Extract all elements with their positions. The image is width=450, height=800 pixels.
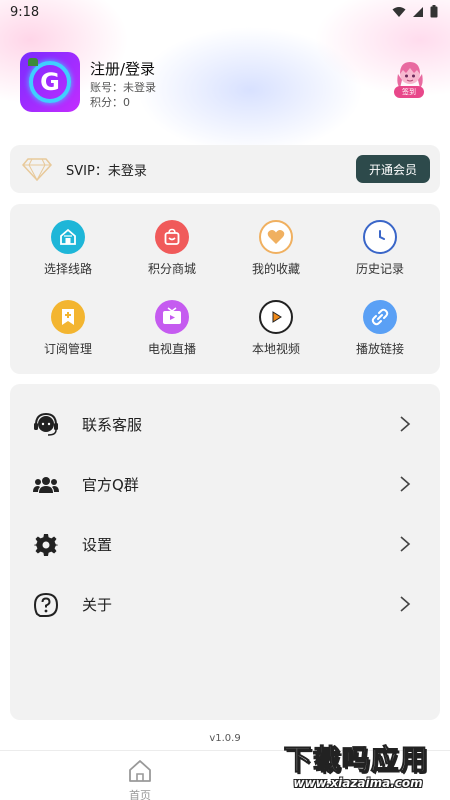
grid-item-points-mall[interactable]: 积分商城 bbox=[122, 220, 222, 284]
home-route-icon bbox=[51, 220, 85, 254]
grid-label: 历史记录 bbox=[355, 262, 404, 276]
signal-icon bbox=[413, 6, 423, 17]
tv-play-icon bbox=[155, 300, 189, 334]
grid-label: 订阅管理 bbox=[43, 342, 92, 356]
checkin-button[interactable]: 签到 bbox=[390, 60, 430, 102]
menu-item-about[interactable]: 关于 bbox=[10, 579, 440, 629]
grid-item-play-link[interactable]: 播放链接 bbox=[330, 300, 430, 364]
grid-label: 本地视频 bbox=[251, 342, 300, 356]
grid-item-favorites[interactable]: 我的收藏 bbox=[226, 220, 326, 284]
menu-item-customer-service[interactable]: 联系客服 bbox=[10, 399, 440, 449]
chevron-right-icon bbox=[400, 536, 411, 552]
home-icon bbox=[129, 760, 151, 782]
grid-item-history[interactable]: 历史记录 bbox=[330, 220, 430, 284]
group-icon bbox=[32, 471, 60, 499]
diamond-icon bbox=[22, 158, 52, 181]
avatar[interactable]: G bbox=[20, 52, 80, 112]
avatar-letter: G bbox=[40, 68, 60, 96]
shopping-bag-icon bbox=[155, 220, 189, 254]
status-time: 9:18 bbox=[10, 5, 40, 20]
account-text: 账号：未登录 bbox=[90, 81, 156, 94]
menu-label: 联系客服 bbox=[82, 416, 143, 434]
clock-icon bbox=[363, 220, 397, 254]
status-icons bbox=[392, 5, 438, 18]
chevron-right-icon bbox=[400, 596, 411, 612]
grid-label: 电视直播 bbox=[147, 342, 196, 356]
grid-label: 播放链接 bbox=[355, 342, 404, 356]
avatar-decoration bbox=[28, 58, 38, 66]
question-icon bbox=[32, 591, 60, 619]
grid-item-select-route[interactable]: 选择线路 bbox=[18, 220, 118, 284]
menu-label: 关于 bbox=[82, 596, 113, 614]
grid-item-subscriptions[interactable]: 订阅管理 bbox=[18, 300, 118, 364]
app-screen: 9:18 G 注册/登录 账号：未登录 积分：0 签到 SVIP：未登录 开通会… bbox=[0, 0, 450, 800]
chevron-right-icon bbox=[400, 416, 411, 432]
nav-home-tab[interactable]: 首页 bbox=[115, 755, 165, 800]
watermark-logo: 下载吗应用 bbox=[283, 743, 429, 777]
headset-icon bbox=[32, 411, 60, 439]
grid-label: 积分商城 bbox=[147, 262, 196, 276]
menu-label: 官方Q群 bbox=[82, 476, 139, 494]
login-register-link[interactable]: 注册/登录 bbox=[90, 58, 155, 79]
nav-home-label: 首页 bbox=[129, 789, 151, 800]
grid-item-live-tv[interactable]: 电视直播 bbox=[122, 300, 222, 364]
vip-card: SVIP：未登录 开通会员 bbox=[10, 145, 440, 193]
feature-grid: 选择线路 积分商城 我的收藏 历史记录 订阅管理 电视直播 本地视频 播放链接 bbox=[10, 204, 440, 374]
chevron-right-icon bbox=[400, 476, 411, 492]
menu-label: 设置 bbox=[82, 536, 113, 554]
play-circle-icon bbox=[259, 300, 293, 334]
heart-icon bbox=[259, 220, 293, 254]
watermark-url: www.xiazaima.com bbox=[293, 776, 423, 790]
open-membership-button[interactable]: 开通会员 bbox=[356, 155, 430, 183]
settings-menu: 联系客服 官方Q群 设置 关于 bbox=[10, 384, 440, 720]
avatar-logo: G bbox=[29, 61, 71, 103]
checkin-label: 签到 bbox=[394, 86, 424, 98]
grid-label: 选择线路 bbox=[43, 262, 92, 276]
battery-icon bbox=[430, 5, 438, 18]
gear-icon bbox=[32, 531, 60, 559]
grid-label: 我的收藏 bbox=[251, 262, 300, 276]
bookmark-plus-icon bbox=[51, 300, 85, 334]
points-text: 积分：0 bbox=[90, 96, 130, 109]
grid-item-local-video[interactable]: 本地视频 bbox=[226, 300, 326, 364]
vip-status-text: SVIP：未登录 bbox=[66, 164, 147, 179]
link-icon bbox=[363, 300, 397, 334]
menu-item-settings[interactable]: 设置 bbox=[10, 519, 440, 569]
status-bar: 9:18 bbox=[0, 0, 450, 26]
menu-item-official-group[interactable]: 官方Q群 bbox=[10, 459, 440, 509]
wifi-icon bbox=[392, 6, 406, 17]
